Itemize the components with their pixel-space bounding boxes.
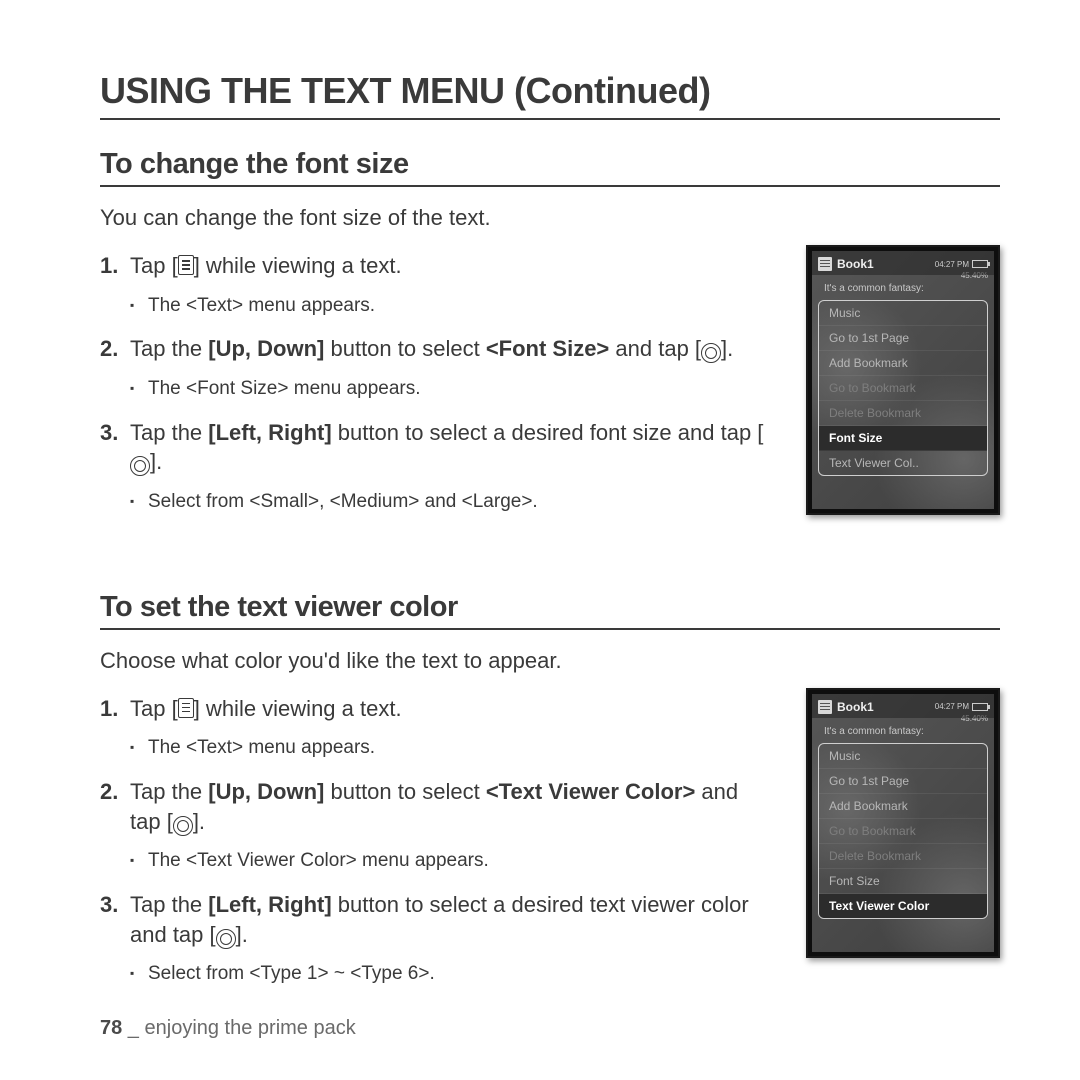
device-time: 04:27 PM (935, 260, 969, 269)
s1-step1-sub: The <Text> menu appears. (130, 293, 772, 319)
s2-2b: button to select (324, 779, 485, 804)
device-menu-2: Music Go to 1st Page Add Bookmark Go to … (818, 743, 988, 919)
leftright-label-2: [Left, Right] (208, 892, 331, 917)
menu2-gotobm: Go to Bookmark (819, 819, 987, 844)
menu2-goto1st: Go to 1st Page (819, 769, 987, 794)
s1-step3: Tap the [Left, Right] button to select a… (100, 418, 772, 477)
select-icon (130, 456, 150, 476)
page-number: 78 (100, 1017, 122, 1039)
leftright-label: [Left, Right] (208, 420, 331, 445)
section-text-viewer-color: Choose what color you'd like the text to… (100, 648, 1000, 1003)
device-book-title-2: Book1 (837, 700, 874, 714)
menu-icon (178, 255, 194, 275)
book-icon (818, 700, 832, 714)
s2-3a: Tap the (130, 892, 208, 917)
s2-step3-sub: Select from <Type 1> ~ <Type 6>. (130, 961, 772, 987)
menu2-delbm: Delete Bookmark (819, 844, 987, 869)
s1-3a: Tap the (130, 420, 208, 445)
s2-1a: Tap [ (130, 696, 178, 721)
fontsize-label: <Font Size> (486, 336, 609, 361)
menu-delbm: Delete Bookmark (819, 401, 987, 426)
s1-3b: button to select a desired font size and… (332, 420, 764, 445)
section-font-size-heading: To change the font size (100, 148, 1000, 187)
device-book-title: Book1 (837, 257, 874, 271)
s2-1b: ] while viewing a text. (194, 696, 402, 721)
section2-intro: Choose what color you'd like the text to… (100, 648, 772, 674)
menu2-tvc: Text Viewer Color (819, 894, 987, 918)
menu-icon (178, 698, 194, 718)
s1-step1-post: ] while viewing a text. (194, 253, 402, 278)
s1-step3-sub: Select from <Small>, <Medium> and <Large… (130, 489, 772, 515)
tvc-label: <Text Viewer Color> (486, 779, 696, 804)
device-mock-1: Book1 04:27 PM 45.40% It's a common fant… (806, 245, 1000, 531)
s2-step2: Tap the [Up, Down] button to select <Tex… (100, 777, 772, 836)
s2-step2-sub: The <Text Viewer Color> menu appears. (130, 848, 772, 874)
device-text-preview-2: It's a common fantasy: (812, 718, 994, 739)
device-text-preview: It's a common fantasy: (812, 275, 994, 296)
section-font-size: You can change the font size of the text… (100, 205, 1000, 531)
device-menu: Music Go to 1st Page Add Bookmark Go to … (818, 300, 988, 476)
s2-step1: Tap [ ] while viewing a text. (100, 694, 772, 724)
battery-icon (972, 260, 988, 268)
s1-step2-sub: The <Font Size> menu appears. (130, 376, 772, 402)
book-icon (818, 257, 832, 271)
footer-sep: _ (122, 1017, 144, 1039)
menu-fontsize: Font Size (819, 426, 987, 451)
s2-3c: ]. (236, 922, 248, 947)
select-icon (701, 343, 721, 363)
device-mock-2: Book1 04:27 PM 45.40% It's a common fant… (806, 688, 1000, 1003)
section1-intro: You can change the font size of the text… (100, 205, 772, 231)
battery-icon (972, 703, 988, 711)
select-icon (216, 929, 236, 949)
menu-addbm: Add Bookmark (819, 351, 987, 376)
s1-2a: Tap the (130, 336, 208, 361)
device-time-2: 04:27 PM (935, 702, 969, 711)
menu-goto1st: Go to 1st Page (819, 326, 987, 351)
s2-2d: ]. (193, 809, 205, 834)
section-tvc-heading: To set the text viewer color (100, 591, 1000, 630)
s1-3c: ]. (150, 449, 162, 474)
menu2-music: Music (819, 744, 987, 769)
footer-section: enjoying the prime pack (145, 1017, 356, 1039)
menu2-addbm: Add Bookmark (819, 794, 987, 819)
s1-step1-pre: Tap [ (130, 253, 178, 278)
menu-music: Music (819, 301, 987, 326)
s2-2a: Tap the (130, 779, 208, 804)
s1-step2: Tap the [Up, Down] button to select <Fon… (100, 334, 772, 364)
s1-2c: and tap [ (609, 336, 701, 361)
s1-step1: Tap [ ] while viewing a text. (100, 251, 772, 281)
page-title: USING THE TEXT MENU (Continued) (100, 70, 1000, 120)
s2-step3: Tap the [Left, Right] button to select a… (100, 890, 772, 949)
select-icon (173, 816, 193, 836)
updown-label: [Up, Down] (208, 336, 324, 361)
s1-2b: button to select (324, 336, 485, 361)
menu-gotobm: Go to Bookmark (819, 376, 987, 401)
menu-tvc: Text Viewer Col.. (819, 451, 987, 475)
menu2-fontsize: Font Size (819, 869, 987, 894)
s1-2d: ]. (721, 336, 733, 361)
page-footer: 78 _ enjoying the prime pack (100, 1017, 356, 1040)
updown-label-2: [Up, Down] (208, 779, 324, 804)
s2-step1-sub: The <Text> menu appears. (130, 735, 772, 761)
